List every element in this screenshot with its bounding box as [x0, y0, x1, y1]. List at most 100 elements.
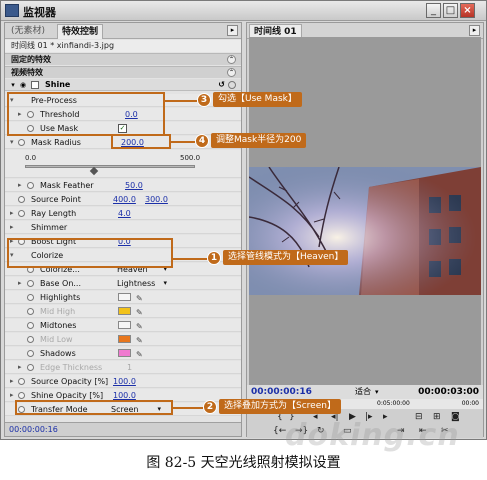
- stopwatch-icon[interactable]: [27, 336, 34, 343]
- row-source-opacity[interactable]: ▸ Source Opacity [%] 100.0: [5, 375, 241, 388]
- mask-feather-value[interactable]: 50.0: [125, 179, 143, 192]
- eyedropper-icon[interactable]: ✎: [136, 292, 143, 305]
- row-ray-length[interactable]: ▸ Ray Length 4.0: [5, 207, 241, 220]
- source-point-x[interactable]: 400.0: [113, 193, 136, 206]
- slider-min: 0.0: [25, 154, 37, 162]
- collapse-icon[interactable]: ⌃: [227, 55, 236, 64]
- shadows-swatch[interactable]: [118, 349, 131, 357]
- row-shimmer[interactable]: ▸ Shimmer: [5, 221, 241, 234]
- callout-number: 2: [203, 400, 217, 414]
- fixed-effects-label: 固定的特效: [11, 55, 51, 64]
- stopwatch-icon[interactable]: [27, 182, 34, 189]
- shimmer-label: Shimmer: [31, 223, 68, 232]
- expand-triangle-icon[interactable]: ▸: [10, 221, 14, 234]
- source-point-y[interactable]: 300.0: [145, 193, 168, 206]
- eyedropper-icon[interactable]: ✎: [136, 348, 143, 361]
- stopwatch-icon[interactable]: [18, 139, 25, 146]
- expand-triangle-icon[interactable]: ▸: [18, 361, 22, 374]
- stopwatch-icon[interactable]: [18, 196, 25, 203]
- slider-handle[interactable]: [89, 166, 99, 176]
- preview-image: [249, 167, 481, 295]
- callout-number: 3: [197, 93, 211, 107]
- program-monitor-panel: 时间线 01 ▸ 00:00:00:16 适合 ▾ 00:00:03:00 0:…: [246, 22, 484, 438]
- video-effects-header[interactable]: 视频特效 ⌃: [5, 66, 241, 78]
- expand-triangle-icon[interactable]: ▸: [18, 277, 22, 290]
- stopwatch-icon[interactable]: [27, 280, 34, 287]
- midtones-swatch[interactable]: [118, 321, 131, 329]
- figure-root: 监视器 _ □ × (无素材) 特效控制 ▸ 时间线 01 * xinfiand…: [0, 0, 487, 480]
- collapse-icon[interactable]: [228, 81, 236, 89]
- highlight-box-transfer-mode: [15, 400, 173, 415]
- maximize-button[interactable]: □: [443, 3, 458, 18]
- callout-number: 4: [195, 134, 209, 148]
- eyedropper-icon[interactable]: ✎: [136, 334, 143, 347]
- tab-effect-controls[interactable]: 特效控制: [57, 24, 104, 39]
- eyedropper-icon[interactable]: ✎: [136, 306, 143, 319]
- monitor-window: 监视器 _ □ × (无素材) 特效控制 ▸ 时间线 01 * xinfiand…: [0, 0, 487, 440]
- mask-radius-slider[interactable]: [25, 165, 195, 168]
- row-source-point[interactable]: Source Point 400.0 300.0: [5, 193, 241, 206]
- expand-triangle-icon[interactable]: ▾: [10, 136, 14, 149]
- expand-triangle-icon[interactable]: ▾: [9, 81, 17, 89]
- row-midtones[interactable]: Midtones ✎: [5, 319, 241, 332]
- current-timecode[interactable]: 00:00:00:16: [251, 385, 312, 399]
- row-mask-feather[interactable]: ▸ Mask Feather 50.0: [5, 179, 241, 192]
- stopwatch-icon[interactable]: [27, 364, 34, 371]
- callout-line: [165, 100, 197, 102]
- expand-triangle-icon[interactable]: ▸: [10, 389, 14, 402]
- expand-triangle-icon[interactable]: ▸: [18, 179, 22, 192]
- row-highlights[interactable]: Highlights ✎: [5, 291, 241, 304]
- ray-length-label: Ray Length: [31, 209, 77, 218]
- row-mask-radius-slider: 0.0 500.0: [5, 150, 241, 178]
- base-on-value: Lightness: [117, 279, 156, 288]
- stopwatch-icon[interactable]: [18, 210, 25, 217]
- mid-low-label: Mid Low: [40, 335, 73, 344]
- collapse-icon[interactable]: ⌃: [227, 68, 236, 77]
- close-button[interactable]: ×: [460, 3, 475, 18]
- eyedropper-icon[interactable]: ✎: [136, 320, 143, 333]
- stopwatch-icon[interactable]: [27, 322, 34, 329]
- stopwatch-icon[interactable]: [18, 392, 25, 399]
- row-mid-low[interactable]: Mid Low ✎: [5, 333, 241, 346]
- source-opacity-value[interactable]: 100.0: [113, 375, 136, 388]
- stopwatch-icon[interactable]: [27, 350, 34, 357]
- midtones-label: Midtones: [40, 321, 77, 330]
- stopwatch-icon[interactable]: [27, 294, 34, 301]
- tab-no-clip[interactable]: (无素材): [7, 24, 49, 39]
- edge-thickness-value[interactable]: 1: [127, 361, 132, 374]
- mask-feather-label: Mask Feather: [40, 181, 94, 190]
- left-timecode[interactable]: 00:00:00:16: [9, 423, 58, 437]
- stopwatch-icon[interactable]: [27, 308, 34, 315]
- ruler-label-mid: 0:05:00:00: [377, 400, 410, 407]
- effect-name: Shine: [45, 80, 71, 89]
- expand-triangle-icon[interactable]: ▸: [10, 207, 14, 220]
- panel-menu-icon[interactable]: ▸: [469, 25, 480, 36]
- panel-menu-icon[interactable]: ▸: [227, 25, 238, 36]
- mid-low-swatch[interactable]: [118, 335, 131, 343]
- figure-caption: 图 82-5 天空光线照射模拟设置: [146, 455, 341, 471]
- dropdown-arrow-icon: ▾: [163, 279, 167, 287]
- base-on-dropdown[interactable]: Lightness ▾: [117, 278, 167, 289]
- mid-high-label: Mid High: [40, 307, 76, 316]
- stopwatch-icon[interactable]: [18, 378, 25, 385]
- reset-icon[interactable]: ↺: [218, 79, 225, 91]
- fit-dropdown[interactable]: 适合: [355, 385, 371, 399]
- window-title: 监视器: [23, 6, 56, 19]
- ray-length-value[interactable]: 4.0: [118, 207, 131, 220]
- row-edge-thickness[interactable]: ▸ Edge Thickness 1: [5, 361, 241, 374]
- row-shadows[interactable]: Shadows ✎: [5, 347, 241, 360]
- fixed-effects-header[interactable]: 固定的特效 ⌃: [5, 53, 241, 65]
- expand-triangle-icon[interactable]: ▸: [10, 375, 14, 388]
- row-base-on[interactable]: ▸ Base On... Lightness ▾: [5, 277, 241, 290]
- mid-high-swatch[interactable]: [118, 307, 131, 315]
- callout-use-mask: 勾选【Use Mask】: [213, 92, 302, 107]
- timecode-bar: 00:00:00:16 适合 ▾ 00:00:03:00: [247, 385, 483, 399]
- highlights-swatch[interactable]: [118, 293, 131, 301]
- minimize-button[interactable]: _: [426, 3, 441, 18]
- fx-toggle-icon[interactable]: ◉: [19, 81, 27, 89]
- source-opacity-label: Source Opacity [%]: [31, 377, 109, 386]
- callout-screen: 选择叠加方式为【Screen】: [219, 399, 341, 414]
- effect-header-shine[interactable]: ▾ ◉ Shine ↺: [5, 79, 241, 91]
- title-bar[interactable]: 监视器 _ □ ×: [1, 1, 486, 21]
- row-mid-high[interactable]: Mid High ✎: [5, 305, 241, 318]
